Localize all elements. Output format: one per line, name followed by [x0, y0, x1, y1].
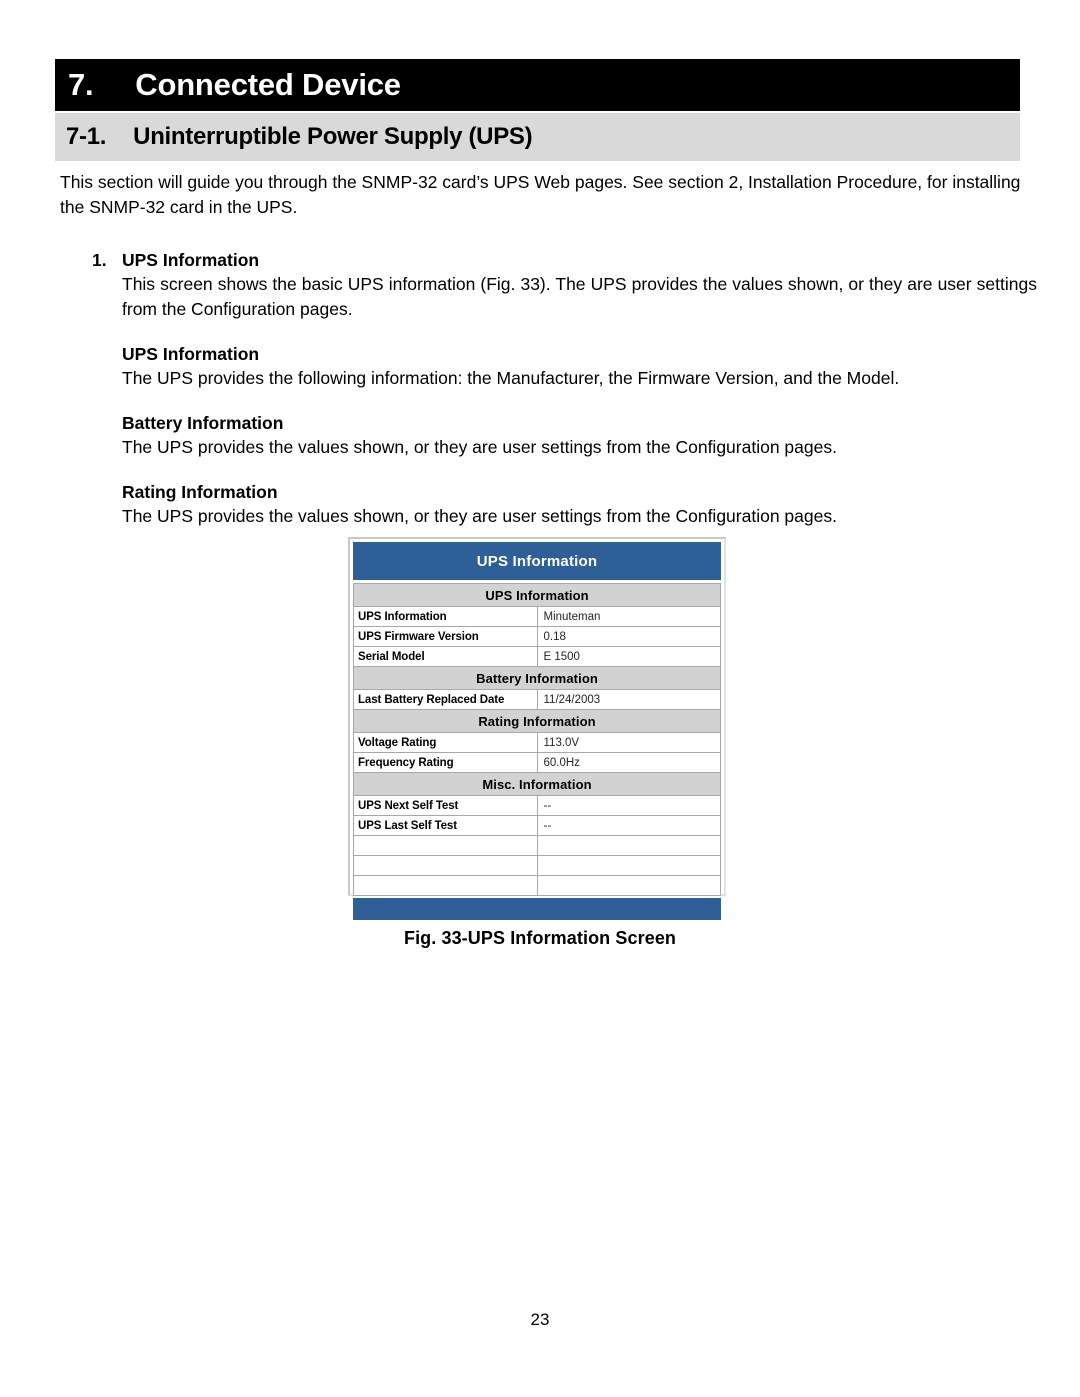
item-number: 1. [92, 250, 107, 270]
table-section-header: Battery Information [353, 666, 721, 690]
table-row: UPS Next Self Test -- [353, 795, 721, 816]
table-row-value: 0.18 [536, 626, 721, 647]
subsection-heading-ups-information: UPS Information [122, 344, 260, 364]
table-row-value: Minuteman [536, 606, 721, 627]
table-section-header: UPS Information [353, 583, 721, 607]
table-row-label: UPS Next Self Test [353, 795, 538, 816]
section-heading-bar: 7-1. Uninterruptible Power Supply (UPS) [55, 113, 1020, 161]
subsection-text-ups-information: The UPS provides the following informati… [122, 368, 900, 388]
table-row-label: Voltage Rating [353, 732, 538, 753]
chapter-title: Connected Device [135, 67, 401, 102]
table-row-label: Frequency Rating [353, 752, 538, 773]
page-number: 23 [530, 1310, 550, 1329]
table-row: UPS Firmware Version 0.18 [353, 626, 721, 647]
table-row [353, 875, 721, 896]
table-row-label: UPS Last Self Test [353, 815, 538, 836]
table-section-header: Misc. Information [353, 772, 721, 796]
section-title: Uninterruptible Power Supply (UPS) [133, 123, 533, 150]
table-row: UPS Information Minuteman [353, 606, 721, 627]
table-row-label [353, 875, 538, 896]
subsection-heading-rating-information: Rating Information [122, 482, 278, 502]
table-row-label [353, 855, 538, 876]
section-number: 7-1. [66, 123, 107, 150]
table-section-header-row: UPS Information [353, 583, 721, 607]
item-heading-label: UPS Information [122, 250, 260, 270]
table-row-value [536, 855, 721, 876]
intro-paragraph: This section will guide you through the … [60, 172, 1021, 217]
chapter-heading-bar: 7. Connected Device [55, 59, 1020, 111]
table-row: Voltage Rating 113.0V [353, 732, 721, 753]
table-section-header: Rating Information [353, 709, 721, 733]
table-row-label: UPS Information [353, 606, 538, 627]
table-row-value: 60.0Hz [536, 752, 721, 773]
table-row [353, 835, 721, 856]
table-row-value: -- [536, 795, 721, 816]
table-row-value: E 1500 [536, 646, 721, 667]
table-section-header-row: Misc. Information [353, 772, 721, 796]
table-row-value: -- [536, 815, 721, 836]
numbered-item-block: 1. UPS Information This screen shows the… [92, 250, 1037, 529]
chapter-number: 7. [68, 67, 94, 102]
table-section-header-row: Rating Information [353, 709, 721, 733]
table-row: UPS Last Self Test -- [353, 815, 721, 836]
item-body: This screen shows the basic UPS informat… [122, 272, 1037, 529]
table-row: Serial Model E 1500 [353, 646, 721, 667]
figure-caption: Fig. 33-UPS Information Screen [403, 928, 677, 948]
table-row-value [536, 875, 721, 896]
table-row-value: 113.0V [536, 732, 721, 753]
item-paragraph: This screen shows the basic UPS informat… [122, 274, 1037, 319]
subsection-heading-battery-information: Battery Information [122, 413, 284, 433]
table-row-label: Serial Model [353, 646, 538, 667]
screenshot-title-bar: UPS Information [353, 542, 721, 580]
item-heading: 1. UPS Information [92, 250, 1037, 271]
table-row-value [536, 835, 721, 856]
table-row-label: UPS Firmware Version [353, 626, 538, 647]
table-row: Last Battery Replaced Date 11/24/2003 [353, 689, 721, 710]
table-section-header-row: Battery Information [353, 666, 721, 690]
subsection-text-battery-information: The UPS provides the values shown, or th… [122, 437, 837, 457]
table-row [353, 855, 721, 876]
table-row: Frequency Rating 60.0Hz [353, 752, 721, 773]
table-row-label: Last Battery Replaced Date [353, 689, 538, 710]
ups-information-screenshot: UPS Information UPS Information UPS Infor… [348, 537, 726, 920]
table-row-label [353, 835, 538, 856]
screenshot-footer-bar [353, 898, 721, 920]
ups-information-table: UPS Information UPS Information Minuteman U… [353, 583, 721, 896]
table-row-value: 11/24/2003 [536, 689, 721, 710]
document-page: 7. Connected Device 7-1. Uninterruptible… [0, 0, 1080, 1397]
subsection-text-rating-information: The UPS provides the values shown, or th… [122, 506, 837, 526]
